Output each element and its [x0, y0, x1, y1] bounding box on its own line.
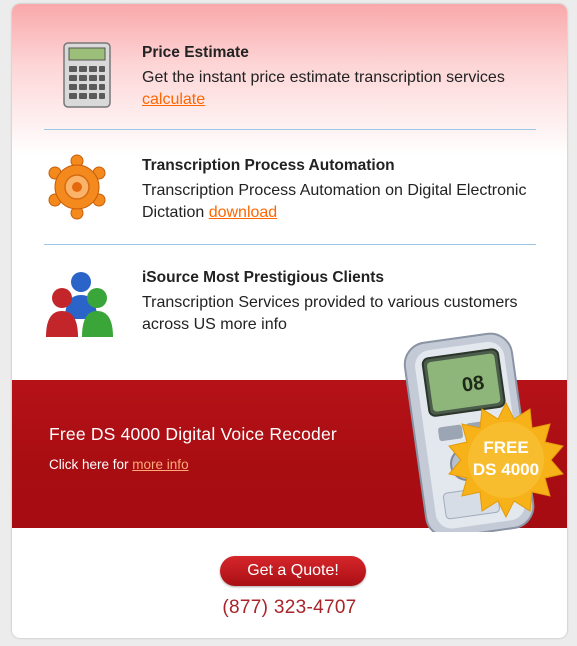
device-screen-text: 08 [461, 372, 486, 397]
badge-line-1: FREE [483, 438, 528, 457]
badge-line-2: DS 4000 [473, 460, 539, 479]
phone-number: (877) 323-4707 [222, 597, 357, 618]
divider [44, 244, 536, 245]
banner-sub-prefix: Click here for [49, 457, 129, 472]
price-estimate-text: Get the instant price estimate transcrip… [142, 69, 505, 86]
promo-card: Price Estimate Get the instant price est… [12, 4, 567, 638]
users-icon [45, 269, 117, 346]
get-quote-button[interactable]: Get a Quote! [220, 556, 366, 586]
banner-subtitle: Click here for more info [49, 457, 189, 472]
free-badge: FREE DS 4000 [447, 401, 565, 524]
download-link[interactable]: download [209, 204, 278, 221]
price-estimate-desc: Get the instant price estimate transcrip… [142, 67, 542, 111]
automation-desc: Transcription Process Automation on Digi… [142, 180, 542, 224]
more-info-link[interactable]: more info [132, 457, 188, 472]
gear-icon [46, 154, 108, 225]
price-estimate-title: Price Estimate [142, 44, 249, 61]
banner-title: Free DS 4000 Digital Voice Recoder [49, 424, 337, 444]
automation-title: Transcription Process Automation [142, 157, 395, 174]
clients-title: iSource Most Prestigious Clients [142, 269, 385, 286]
automation-text: Transcription Process Automation on Digi… [142, 182, 527, 221]
calculate-link[interactable]: calculate [142, 91, 205, 108]
calculator-icon [63, 42, 111, 113]
divider [44, 129, 536, 130]
